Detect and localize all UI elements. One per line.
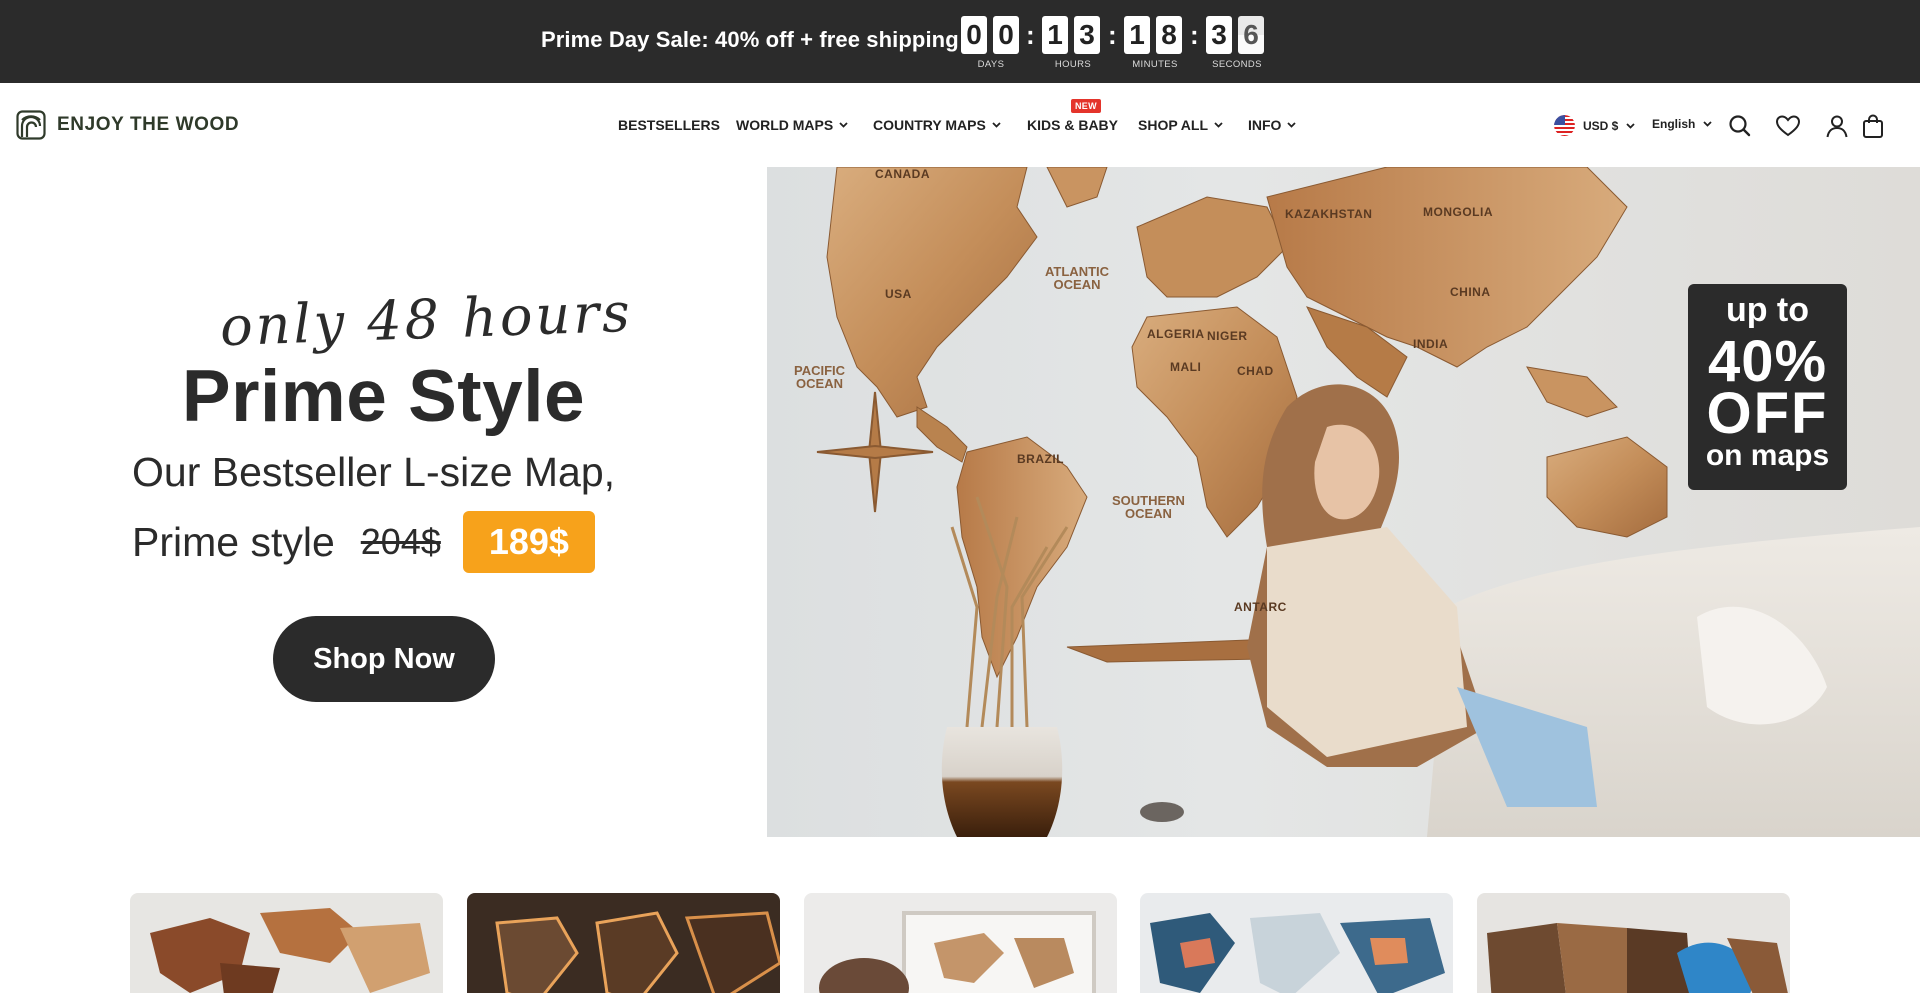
announcement-bar: Prime Day Sale: 40% off + free shipping … [0,0,1920,83]
map-label-atlantic-ocean: ATLANTIC OCEAN [1045,264,1110,292]
chevron-down-icon [839,122,848,128]
map-label-mali: MALI [1170,360,1202,374]
hero-image[interactable]: CANADA USA BRAZIL CHINA INDIA KAZAKHSTAN… [767,167,1920,837]
product-card-image [1140,893,1453,993]
countdown-minutes-digit-2: 8 [1156,16,1182,54]
map-label-pacific-ocean: PACIFIC OCEAN [794,363,846,391]
logo-icon [16,110,46,140]
chevron-down-icon [1626,122,1635,129]
new-badge: NEW [1071,99,1101,113]
wishlist-heart-icon[interactable] [1775,113,1801,139]
hero-price-line: Prime style 204$ 189$ [132,510,595,574]
map-label-niger: NIGER [1207,329,1248,343]
countdown-separator: : [1190,20,1199,50]
shop-now-button[interactable]: Shop Now [273,616,495,702]
currency-selector[interactable]: USD $ [1554,115,1635,136]
hero-title: Prime Style [181,356,586,437]
search-icon[interactable] [1727,113,1753,139]
countdown-separator: : [1108,20,1117,50]
chevron-down-icon [1703,121,1712,127]
countdown-seconds-digit-1: 3 [1206,16,1232,54]
map-label-antarctica: ANTARC [1234,600,1287,614]
countdown-minutes-label: MINUTES [1132,59,1178,70]
nav-item-label: WORLD MAPS [736,117,834,133]
countdown-days-digit-2: 0 [993,16,1019,54]
map-label-india: INDIA [1413,337,1449,351]
countdown-hours-digit-2: 3 [1074,16,1100,54]
us-flag-icon [1554,115,1575,136]
product-card[interactable] [1140,893,1453,993]
nav-item-label: INFO [1248,117,1282,133]
hero-price-line-text: Prime style [132,518,335,565]
offer-badge: up to 40% OFF on maps [1688,284,1847,490]
nav-item-label: KIDS & BABY [1027,117,1119,133]
cart-bag-icon[interactable] [1860,113,1886,139]
product-card[interactable] [467,893,780,993]
hero-subtitle: Our Bestseller L-size Map, [132,449,616,495]
logo-text: ENJOY THE WOOD [57,114,240,135]
countdown-hours-label: HOURS [1054,59,1092,70]
offer-line-4: on maps [1705,439,1830,472]
product-card-image [130,893,443,993]
countdown-days-label: DAYS [977,59,1005,70]
product-card[interactable] [1477,893,1790,993]
chevron-down-icon [992,122,1001,128]
product-card-image [1477,893,1790,993]
logo-link[interactable]: ENJOY THE WOOD [16,110,239,140]
map-label-china: CHINA [1450,285,1491,299]
chevron-down-icon [1287,122,1297,128]
map-label-kazakhstan: KAZAKHSTAN [1285,207,1373,221]
nav-item-label: BESTSELLERS [618,117,720,133]
nav-item-world-maps[interactable]: WORLD MAPS [736,117,848,133]
product-card[interactable] [130,893,443,993]
hero-text-panel: only 48 hours Prime Style Our Bestseller… [0,167,767,837]
currency-label: USD $ [1583,118,1619,133]
countdown-separator: : [1026,20,1035,50]
countdown-seconds-label: SECONDS [1212,59,1262,70]
sale-price-badge: 189$ [462,511,595,573]
nav-item-kids-baby[interactable]: NEW KIDS & BABY [1027,99,1119,133]
map-label-southern-ocean: SOUTHERN OCEAN [1112,493,1185,521]
countdown-seconds-digit-2: 6 [1238,16,1264,54]
account-icon[interactable] [1824,113,1850,139]
nav-item-shop-all[interactable]: SHOP ALL [1138,117,1223,133]
offer-off-text: OFF [1706,381,1829,446]
product-card-image [804,893,1117,993]
wooden-world-map-photo [816,167,1920,837]
promo-text: Prime Day Sale: 40% off + free shipping [541,27,959,52]
chevron-down-icon [1214,122,1223,128]
map-label-chad: CHAD [1237,364,1274,378]
map-label-canada: CANADA [875,167,930,181]
countdown-hours-digit-1: 1 [1042,16,1068,54]
old-price: 204$ [360,521,441,562]
nav-item-label: SHOP ALL [1138,117,1209,133]
product-card-image [467,893,780,993]
map-label-usa: USA [885,287,912,301]
countdown-days-digit-1: 0 [961,16,987,54]
site-header: ENJOY THE WOOD BESTSELLERS WORLD MAPS CO… [0,83,1920,167]
product-card[interactable] [804,893,1117,993]
offer-line-1: up to [1725,291,1810,329]
product-card-row [0,837,1920,993]
hero-script-line: only 48 hours [219,280,634,359]
nav-item-label: COUNTRY MAPS [873,117,986,133]
nav-item-info[interactable]: INFO [1248,117,1297,133]
countdown-minutes-digit-1: 1 [1124,16,1150,54]
map-label-mongolia: MONGOLIA [1423,205,1493,219]
language-selector[interactable]: English [1652,117,1712,131]
map-label-algeria: ALGERIA [1147,327,1205,341]
map-label-brazil: BRAZIL [1017,452,1064,466]
nav-item-bestsellers[interactable]: BESTSELLERS [618,117,720,133]
nav-item-country-maps[interactable]: COUNTRY MAPS [873,117,1001,133]
language-label: English [1652,117,1696,131]
